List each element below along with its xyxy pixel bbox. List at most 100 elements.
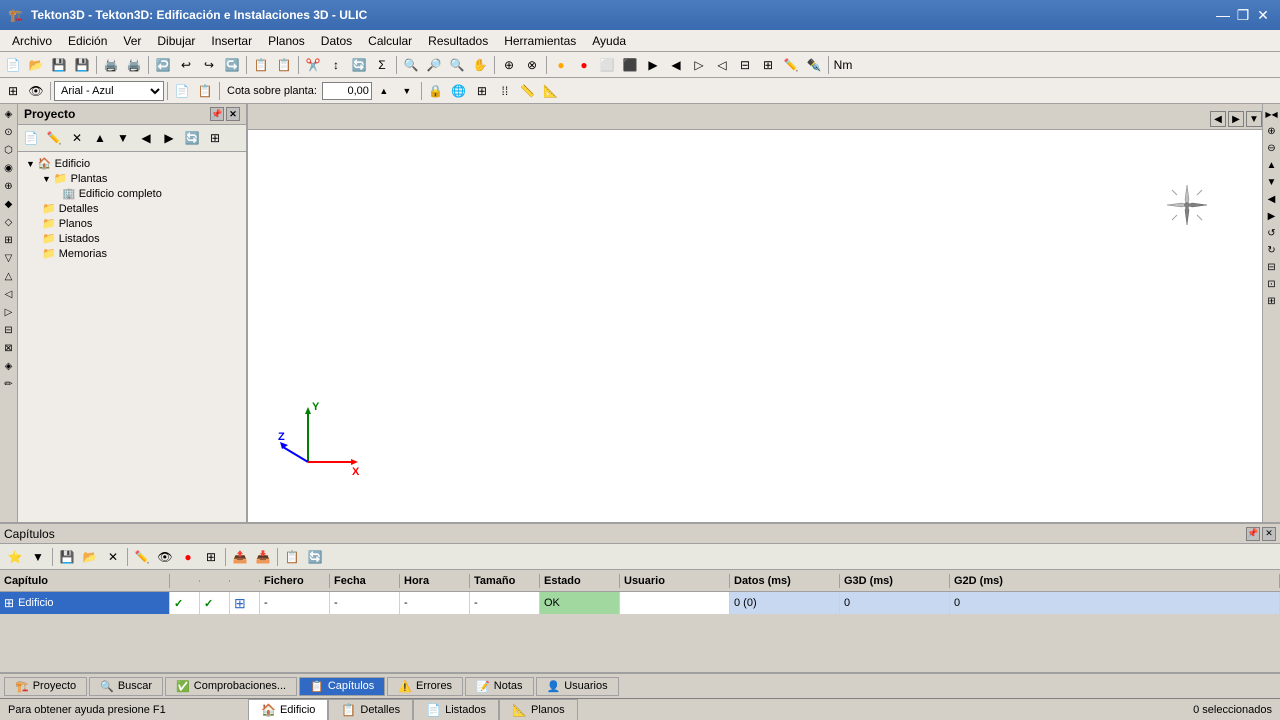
panel-close-btn[interactable]: ✕ (226, 107, 240, 121)
menu-datos[interactable]: Datos (313, 32, 360, 50)
left-icon-12[interactable]: ▷ (1, 304, 17, 320)
magnet-btn[interactable]: ⊕ (498, 54, 520, 76)
tree-item-listados[interactable]: 📁 Listados (22, 231, 242, 246)
pencil-btn[interactable]: ✏️ (780, 54, 802, 76)
right-icon-1[interactable]: ▶◀ (1264, 106, 1280, 122)
tree-item-detalles[interactable]: 📁 Detalles (22, 201, 242, 216)
right-icon-7[interactable]: ▶ (1264, 208, 1280, 224)
vp-nav-list[interactable]: ▼ (1246, 111, 1262, 127)
ch-delete-btn[interactable]: ✕ (102, 546, 124, 568)
ch-copy-btn[interactable]: 📋 (281, 546, 303, 568)
btm-tab-comprobaciones[interactable]: ✅ Comprobaciones... (165, 677, 297, 696)
menu-herramientas[interactable]: Herramientas (496, 32, 584, 50)
edit2-btn[interactable]: ✒️ (803, 54, 825, 76)
right-icon-12[interactable]: ⊞ (1264, 293, 1280, 309)
cota-up[interactable]: ▲ (373, 80, 395, 102)
left-icon-16[interactable]: ✏ (1, 376, 17, 392)
cut-btn[interactable]: ✂️ (302, 54, 324, 76)
t2-btn1[interactable]: 📄 (171, 80, 193, 102)
chapters-table-row[interactable]: ⊞ Edificio ✓ ✓ ⊞ - - - - OK 0 (0) 0 0 (0, 592, 1280, 614)
menu-resultados[interactable]: Resultados (420, 32, 496, 50)
ruler1-btn[interactable]: 📏 (517, 80, 539, 102)
new-btn[interactable]: 📄 (2, 54, 24, 76)
cota-input[interactable] (322, 82, 372, 100)
undo2-btn[interactable]: ↩ (175, 54, 197, 76)
proj-delete-btn[interactable]: ✕ (66, 127, 88, 149)
left-icon-4[interactable]: ◉ (1, 160, 17, 176)
btm-tab-usuarios[interactable]: 👤 Usuarios (536, 677, 619, 696)
shape4-btn[interactable]: ◀ (665, 54, 687, 76)
ruler2-btn[interactable]: 📐 (540, 80, 562, 102)
proj-left-btn[interactable]: ◀ (135, 127, 157, 149)
print2-btn[interactable]: 🖨️ (123, 54, 145, 76)
proj-new-btn[interactable]: 📄 (20, 127, 42, 149)
ch-down-btn[interactable]: ▼ (27, 546, 49, 568)
dots-btn[interactable]: ⁞⁞ (494, 80, 516, 102)
open-btn[interactable]: 📂 (25, 54, 47, 76)
left-icon-3[interactable]: ⬡ (1, 142, 17, 158)
right-icon-5[interactable]: ▼ (1264, 174, 1280, 190)
print-btn[interactable]: 🖨️ (100, 54, 122, 76)
shape2-btn[interactable]: ⬛ (619, 54, 641, 76)
proj-up-btn[interactable]: ▲ (89, 127, 111, 149)
view-btn[interactable]: 👁 (25, 80, 47, 102)
lock-btn[interactable]: 🔒 (425, 80, 447, 102)
undo-btn[interactable]: ↩️ (152, 54, 174, 76)
btm-tab-errores[interactable]: ⚠️ Errores (387, 677, 463, 696)
proj-down-btn[interactable]: ▼ (112, 127, 134, 149)
vp-nav-prev[interactable]: ◀ (1210, 111, 1226, 127)
menu-archivo[interactable]: Archivo (4, 32, 60, 50)
save-all-btn[interactable]: 💾 (71, 54, 93, 76)
filter-btn[interactable]: ⊟ (734, 54, 756, 76)
proj-refresh-btn[interactable]: 🔄 (181, 127, 203, 149)
tree-expand-edificio[interactable]: ▼ (26, 159, 35, 169)
chapters-pin-btn[interactable]: 📌 (1246, 527, 1260, 541)
vp-nav-next[interactable]: ▶ (1228, 111, 1244, 127)
grid-btn[interactable]: ⊞ (2, 80, 24, 102)
left-icon-9[interactable]: ▽ (1, 250, 17, 266)
maximize-button[interactable]: ❐ (1234, 6, 1252, 24)
right-icon-2[interactable]: ⊕ (1264, 123, 1280, 139)
close-button[interactable]: ✕ (1254, 6, 1272, 24)
menu-dibujar[interactable]: Dibujar (149, 32, 203, 50)
tree-item-memorias[interactable]: 📁 Memorias (22, 246, 242, 261)
ch-circle-btn[interactable]: ● (177, 546, 199, 568)
left-icon-2[interactable]: ⊙ (1, 124, 17, 140)
menu-calcular[interactable]: Calcular (360, 32, 420, 50)
ch-import-btn[interactable]: 📥 (252, 546, 274, 568)
left-icon-6[interactable]: ◆ (1, 196, 17, 212)
left-icon-13[interactable]: ⊟ (1, 322, 17, 338)
paste-btn[interactable]: 📋 (250, 54, 272, 76)
right-icon-3[interactable]: ⊖ (1264, 140, 1280, 156)
tree-item-plantas[interactable]: ▼ 📁 Plantas (22, 171, 242, 186)
dim-btn[interactable]: Nm (832, 54, 854, 76)
ch-export-btn[interactable]: 📤 (229, 546, 251, 568)
btm-tab-buscar[interactable]: 🔍 Buscar (89, 677, 163, 696)
tree-item-edificio[interactable]: ▼ 🏠 Edificio (22, 156, 242, 171)
move-btn[interactable]: ↕ (325, 54, 347, 76)
zoom-in-btn[interactable]: 🔍 (400, 54, 422, 76)
left-icon-1[interactable]: ◈ (1, 106, 17, 122)
right-icon-6[interactable]: ◀ (1264, 191, 1280, 207)
t2-btn2[interactable]: 📋 (194, 80, 216, 102)
btm-tab-capitulos[interactable]: 📋 Capítulos (299, 677, 385, 696)
zoom-zoom-btn[interactable]: 🔎 (423, 54, 445, 76)
proj-edit-btn[interactable]: ✏️ (43, 127, 65, 149)
minimize-button[interactable]: — (1214, 6, 1232, 24)
redo2-btn[interactable]: ↪️ (221, 54, 243, 76)
font-select[interactable]: Arial - Azul (54, 81, 164, 101)
rotate-btn[interactable]: 🔄 (348, 54, 370, 76)
btm-tab-notas[interactable]: 📝 Notas (465, 677, 533, 696)
ch-open-btn[interactable]: 📂 (79, 546, 101, 568)
proj-expand-btn[interactable]: ⊞ (204, 127, 226, 149)
snap-btn[interactable]: ⊗ (521, 54, 543, 76)
filter2-btn[interactable]: ⊞ (757, 54, 779, 76)
tree-expand-plantas[interactable]: ▼ (42, 174, 51, 184)
shape5-btn[interactable]: ▷ (688, 54, 710, 76)
right-icon-8[interactable]: ↺ (1264, 225, 1280, 241)
circle-btn[interactable]: ● (550, 54, 572, 76)
viewport-canvas[interactable]: Y X Z (248, 130, 1262, 522)
zoom-out-btn[interactable]: 🔍 (446, 54, 468, 76)
cota-down[interactable]: ▼ (396, 80, 418, 102)
tree-item-edificio-completo[interactable]: 🏢 Edificio completo (22, 186, 242, 201)
